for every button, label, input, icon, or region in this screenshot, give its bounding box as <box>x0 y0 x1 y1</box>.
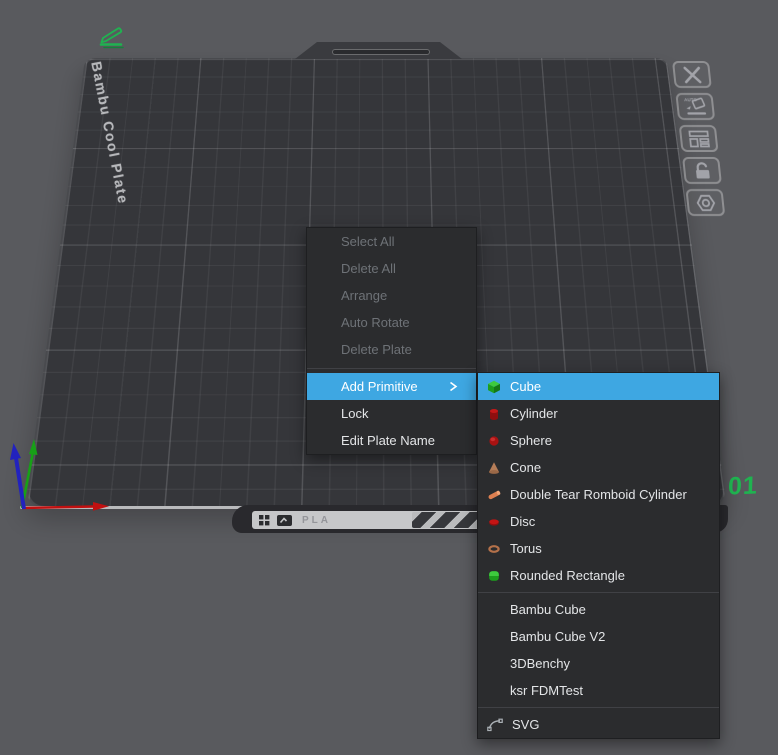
submenu-item-torus[interactable]: Torus <box>478 535 719 562</box>
submenu-item-bambu-cube-v2[interactable]: Bambu Cube V2 <box>478 623 719 650</box>
plate-context-menu: Select All Delete All Arrange Auto Rotat… <box>306 227 477 455</box>
submenu-item-bambu-cube[interactable]: Bambu Cube <box>478 596 719 623</box>
submenu-item-sphere[interactable]: Sphere <box>478 427 719 454</box>
submenu-item-3dbenchy[interactable]: 3DBenchy <box>478 650 719 677</box>
viewport-3d[interactable]: Bambu Cool Plate PLA 01 <box>0 0 778 755</box>
submenu-item-cube[interactable]: Cube <box>478 373 719 400</box>
submenu-item-label: 3DBenchy <box>510 656 570 671</box>
menu-item-label: Delete Plate <box>341 342 412 357</box>
submenu-item-svg-import[interactable]: SVG <box>478 711 719 738</box>
lock-plate-button[interactable] <box>682 157 722 184</box>
torus-icon <box>487 542 501 556</box>
menu-item-lock[interactable]: Lock <box>307 400 476 427</box>
submenu-item-cone[interactable]: Cone <box>478 454 719 481</box>
menu-item-arrange[interactable]: Arrange <box>307 282 476 309</box>
menu-separator <box>478 592 719 593</box>
submenu-item-rounded-rectangle[interactable]: Rounded Rectangle <box>478 562 719 589</box>
cube-icon <box>487 380 501 394</box>
plate-handle-slot <box>332 49 430 55</box>
submenu-item-label: SVG <box>512 717 539 732</box>
disc-icon <box>487 515 501 529</box>
submenu-item-label: Cylinder <box>510 406 558 421</box>
menu-separator <box>478 707 719 708</box>
plate-settings-icon <box>692 193 718 213</box>
menu-item-label: Lock <box>341 406 368 421</box>
menu-item-label: Arrange <box>341 288 387 303</box>
submenu-item-label: Double Tear Romboid Cylinder <box>510 487 687 502</box>
chevron-right-icon <box>448 381 458 392</box>
submenu-item-cylinder[interactable]: Cylinder <box>478 400 719 427</box>
auto-orient-icon: AUTO <box>681 96 709 117</box>
submenu-item-label: Bambu Cube V2 <box>510 629 605 644</box>
bambu-logo-icon <box>259 515 270 526</box>
plate-handle <box>295 42 462 59</box>
plate-type-icon <box>277 515 292 526</box>
menu-item-add-primitive[interactable]: Add Primitive <box>307 373 476 400</box>
menu-item-label: Add Primitive <box>341 379 418 394</box>
z-axis <box>16 458 24 509</box>
menu-item-edit-plate-name[interactable]: Edit Plate Name <box>307 427 476 454</box>
plate-settings-button[interactable] <box>685 189 725 216</box>
menu-item-delete-plate[interactable]: Delete Plate <box>307 336 476 363</box>
submenu-item-label: Sphere <box>510 433 552 448</box>
arrange-plate-button[interactable] <box>679 125 719 152</box>
submenu-item-label: ksr FDMTest <box>510 683 583 698</box>
menu-item-label: Select All <box>341 234 394 249</box>
cylinder-icon <box>487 407 501 421</box>
lock-open-icon <box>690 161 714 181</box>
plate-number-label: 01 <box>727 471 758 501</box>
menu-item-label: Auto Rotate <box>341 315 410 330</box>
submenu-item-label: Disc <box>510 514 535 529</box>
add-primitive-submenu: Cube Cylinder Sphere Cone <box>477 372 720 739</box>
submenu-item-label: Cone <box>510 460 541 475</box>
arrange-icon <box>686 129 712 149</box>
close-icon <box>679 66 705 84</box>
close-plate-button[interactable] <box>672 61 712 88</box>
rounded-rectangle-icon <box>487 569 501 583</box>
submenu-item-label: Torus <box>510 541 542 556</box>
axes-gizmo <box>4 436 124 518</box>
submenu-item-label: Bambu Cube <box>510 602 586 617</box>
menu-item-auto-rotate[interactable]: Auto Rotate <box>307 309 476 336</box>
auto-orient-plate-button[interactable]: AUTO <box>675 93 715 120</box>
edit-plate-name-icon <box>94 22 128 49</box>
submenu-item-disc[interactable]: Disc <box>478 508 719 535</box>
submenu-item-ksr-fdmtest[interactable]: ksr FDMTest <box>478 677 719 704</box>
menu-item-select-all[interactable]: Select All <box>307 228 476 255</box>
double-tear-romboid-cylinder-icon <box>487 488 501 502</box>
submenu-item-label: Rounded Rectangle <box>510 568 625 583</box>
menu-item-delete-all[interactable]: Delete All <box>307 255 476 282</box>
bezier-curve-icon <box>487 718 503 732</box>
submenu-item-label: Cube <box>510 379 541 394</box>
x-axis <box>22 507 94 509</box>
menu-item-label: Edit Plate Name <box>341 433 435 448</box>
menu-separator <box>307 368 476 369</box>
cone-icon <box>487 461 501 475</box>
menu-item-label: Delete All <box>341 261 396 276</box>
filament-badge: PLA <box>302 515 331 526</box>
submenu-item-double-tear-romboid-cylinder[interactable]: Double Tear Romboid Cylinder <box>478 481 719 508</box>
sphere-icon <box>487 434 501 448</box>
